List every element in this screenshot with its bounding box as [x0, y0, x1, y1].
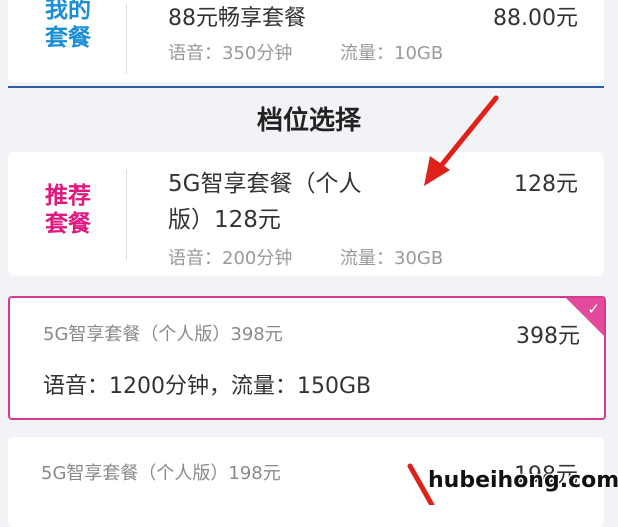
plan-name-line2: 版）128元: [168, 207, 281, 233]
plan-price: 128元: [514, 172, 578, 197]
plan-voice: 语音：350分钟: [168, 43, 293, 64]
my-plan-tag: 我的 套餐: [38, 0, 98, 52]
section-divider: [8, 86, 604, 88]
my-plan-tag-line2: 套餐: [45, 25, 91, 51]
recommended-plan-card[interactable]: 推荐 套餐 5G智享套餐（个人 版）128元 128元 语音：200分钟 流量：…: [8, 152, 604, 276]
my-plan-tag-line1: 我的: [45, 0, 91, 23]
plan-name: 5G智享套餐（个人版）398元: [43, 324, 283, 345]
plan-voice: 语音：200分钟: [168, 248, 293, 269]
section-title: 档位选择: [256, 106, 361, 136]
selected-plan-card[interactable]: ✓ 5G智享套餐（个人版）398元 398元 语音：1200分钟，流量：150G…: [8, 296, 606, 420]
recommend-tag: 推荐 套餐: [38, 182, 98, 238]
watermark: hubeihong.com: [428, 468, 618, 493]
recommend-tag-line1: 推荐: [45, 183, 91, 209]
plan-price: 88.00元: [493, 6, 578, 31]
plan-name: 88元畅享套餐: [168, 6, 306, 31]
plan-price: 398元: [516, 324, 580, 349]
recommend-tag-line2: 套餐: [45, 211, 91, 237]
plan-detail: 语音：1200分钟，流量：150GB: [43, 374, 372, 399]
plan-data: 流量：30GB: [340, 248, 444, 269]
plan-name-line1: 5G智享套餐（个人: [168, 171, 362, 197]
check-icon: ✓: [587, 300, 600, 318]
divider: [126, 170, 127, 260]
current-plan-card: 我的 套餐 88元畅享套餐 88.00元 语音：350分钟 流量：10GB: [8, 0, 604, 82]
plan-data: 流量：10GB: [340, 43, 444, 64]
plan-name: 5G智享套餐（个人版）198元: [41, 463, 281, 484]
divider: [126, 4, 127, 74]
